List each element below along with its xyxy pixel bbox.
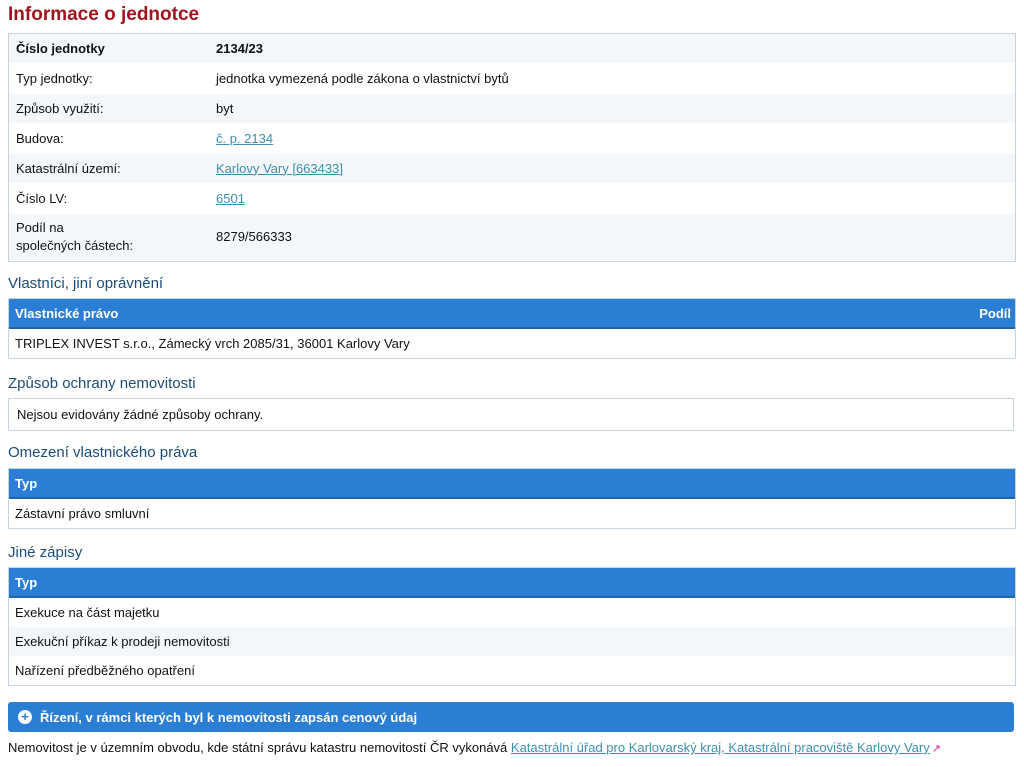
lv-number-link[interactable]: 6501 <box>216 191 245 206</box>
proceedings-label: Řízení, v rámci kterých byl k nemovitost… <box>40 709 418 725</box>
protection-section-title: Způsob ochrany nemovitosti <box>8 375 196 392</box>
table-row: Zástavní právo smluvní <box>15 506 150 521</box>
info-label: Číslo LV: <box>16 190 68 206</box>
info-value: byt <box>216 100 234 116</box>
restrictions-section-title: Omezení vlastnického práva <box>8 444 198 461</box>
info-label: Typ jednotky: <box>16 70 93 86</box>
proceedings-expander[interactable]: + Řízení, v rámci kterých byl k nemovito… <box>8 702 1014 732</box>
info-label: Číslo jednotky <box>16 40 105 56</box>
info-label: Podíl na společných částech: <box>9 219 216 255</box>
info-label-line: společných částech: <box>16 238 134 253</box>
column-header-type: Typ <box>15 574 38 590</box>
column-header-ownership-right: Vlastnické právo <box>15 305 119 321</box>
info-row-lv-number: Číslo LV: 6501 <box>9 184 1015 214</box>
owners-section-title: Vlastníci, jiní oprávnění <box>8 275 164 292</box>
table-row: Exekuce na část majetku <box>15 605 160 620</box>
footer-note: Nemovitost je v územním obvodu, kde stát… <box>8 740 941 755</box>
restrictions-table: Typ Zástavní právo smluvní <box>8 468 1016 529</box>
owners-table: Vlastnické právo Podíl TRIPLEX INVEST s.… <box>8 298 1016 359</box>
plus-circle-icon[interactable]: + <box>18 710 32 724</box>
table-row: Nařízení předběžného opatření <box>15 663 195 678</box>
info-row-unit-number: Číslo jednotky 2134/23 <box>9 34 1015 64</box>
info-row-cadastral-area: Katastrální území: Karlovy Vary [663433] <box>9 154 1015 184</box>
info-row-unit-type: Typ jednotky: jednotka vymezená podle zá… <box>9 64 1015 94</box>
external-link-icon[interactable]: ↗ <box>932 743 941 755</box>
table-row: TRIPLEX INVEST s.r.o., Zámecký vrch 2085… <box>15 336 410 351</box>
info-label: Budova: <box>16 130 64 146</box>
info-value: 2134/23 <box>216 40 263 56</box>
info-label: Katastrální území: <box>16 160 121 176</box>
protection-box: Nejsou evidovány žádné způsoby ochrany. <box>8 398 1014 431</box>
column-header-share: Podíl <box>979 305 1011 321</box>
owners-table-header: Vlastnické právo Podíl <box>9 299 1015 329</box>
info-row-share: Podíl na společných částech: 8279/566333 <box>9 214 1015 261</box>
info-row-usage: Způsob využití: byt <box>9 94 1015 124</box>
info-value: jednotka vymezená podle zákona o vlastni… <box>216 70 509 86</box>
info-value: 8279/566333 <box>216 229 292 244</box>
info-label: Způsob využití: <box>16 100 104 116</box>
cadastral-office-link[interactable]: Katastrální úřad pro Karlovarský kraj, K… <box>511 740 930 755</box>
table-row: Exekuční příkaz k prodeji nemovitosti <box>9 627 1015 656</box>
info-row-building: Budova: č. p. 2134 <box>9 124 1015 154</box>
info-label-line: Podíl na <box>16 220 64 235</box>
column-header-type: Typ <box>15 475 38 491</box>
other-records-table: Typ Exekuce na část majetku Exekuční pří… <box>8 567 1016 686</box>
other-table-header: Typ <box>9 568 1015 598</box>
other-section-title: Jiné zápisy <box>8 544 83 561</box>
restrictions-table-header: Typ <box>9 469 1015 499</box>
cadastral-area-link[interactable]: Karlovy Vary [663433] <box>216 161 343 176</box>
unit-info-table: Číslo jednotky 2134/23 Typ jednotky: jed… <box>8 33 1016 262</box>
page-title: Informace o jednotce <box>8 4 200 25</box>
building-link[interactable]: č. p. 2134 <box>216 131 273 146</box>
footer-text: Nemovitost je v územním obvodu, kde stát… <box>8 740 508 755</box>
